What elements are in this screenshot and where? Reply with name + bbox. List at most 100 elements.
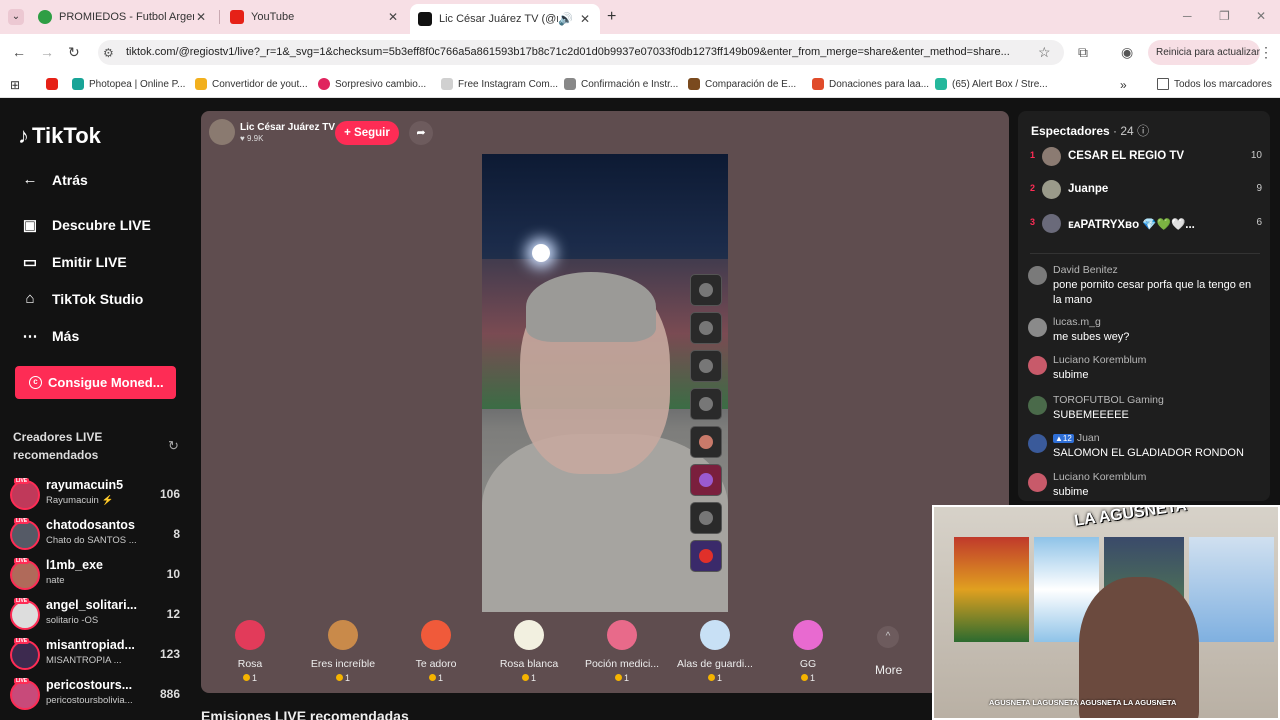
gift-rail-item[interactable] [690,350,722,382]
tab-youtube[interactable]: YouTube ✕ [222,4,408,30]
close-window-icon[interactable]: ✕ [1256,9,1266,23]
bookmark-instagram[interactable]: Free Instagram Com... [441,78,558,90]
top-viewer[interactable]: 2 Juanpe 9 [1030,178,1262,202]
bookmark-convertidor[interactable]: Convertidor de yout... [195,78,308,90]
gift-eres-increible[interactable]: Eres increíble 1 [303,620,383,683]
bookmark-icon [935,78,947,90]
avatar [10,600,40,630]
nav-go-live[interactable]: ▭ Emitir LIVE [20,253,127,271]
viewers-title-text: Espectadores [1031,124,1110,138]
gift-rosa-blanca[interactable]: Rosa blanca 1 [489,620,569,683]
creator-subtitle: MISANTROPIA ... [46,655,122,666]
creator-item[interactable]: LIVE misantropiad... MISANTROPIA ... 123 [10,638,182,674]
profile-icon[interactable]: ◉ [1121,44,1133,61]
more-gifts-button[interactable]: More [875,663,902,677]
follow-button[interactable]: + Seguir [335,121,399,145]
bookmark-icon [688,78,700,90]
chat-message[interactable]: Luciano Koremblum subime [1028,471,1260,501]
nav-discover-live[interactable]: ▣ Descubre LIVE [20,216,151,234]
creator-subtitle: Chato do SANTOS ... [46,535,137,546]
gift-rail-item[interactable] [690,540,722,572]
chat-username-text: Juan [1076,432,1100,444]
maximize-icon[interactable]: ❐ [1219,9,1230,23]
viewer-count: 123 [159,647,180,661]
host-avatar [209,119,235,145]
creator-name: misantropiad... [46,638,135,652]
chat-message[interactable]: David Benitez pone pornito cesar porfa q… [1028,264,1260,308]
extensions-icon[interactable]: ⧉ [1078,44,1088,61]
creator-item[interactable]: LIVE chatodosantos Chato do SANTOS ... 8 [10,518,182,554]
bookmark-photopea[interactable]: Photopea | Online P... [72,78,185,90]
reload-icon[interactable]: ↻ [68,44,80,61]
tiktok-logo[interactable]: ♪ TikTok [18,123,101,149]
apps-grid-icon[interactable]: ⊞ [10,78,20,92]
bookmark-confirmacion[interactable]: Confirmación e Instr... [564,78,678,90]
site-info-icon[interactable]: ⚙ [103,46,114,60]
gift-rail-item[interactable] [690,502,722,534]
gift-name: Rosa [237,658,263,670]
share-icon[interactable]: ➦ [409,121,433,145]
creator-name: pericostours... [46,678,133,692]
bookmark-star-icon[interactable]: ☆ [1038,44,1051,61]
chat-message[interactable]: lucas.m_g me subes wey? [1028,316,1260,348]
creator-item[interactable]: LIVE angel_solitari... solitario -OS 12 [10,598,182,634]
chat-message[interactable]: TOROFUTBOL Gaming SUBEMEEEEE [1028,394,1260,426]
tab-tiktok-live[interactable]: Lic César Juárez TV (@regio 🔊 ✕ [410,4,600,34]
chat-message[interactable]: ▲12 Juan SALOMON EL GLADIADOR RONDON [1028,432,1260,464]
bookmark-donaciones[interactable]: Donaciones para laa... [812,78,929,90]
bookmark-sorpresivo[interactable]: Sorpresivo cambio... [318,78,426,90]
back-icon[interactable]: ← [12,44,26,60]
restart-to-update-button[interactable]: Reinicia para actualizar [1148,40,1260,65]
bookmark-alertbox[interactable]: (65) Alert Box / Stre... [935,78,1048,90]
browser-menu-icon[interactable]: ⋮ [1259,44,1273,61]
url-text[interactable]: tiktok.com/@regiostv1/live?_r=1&_svg=1&c… [126,46,1026,58]
gift-rail-item[interactable] [690,312,722,344]
minimize-icon[interactable]: ─ [1183,9,1192,23]
get-coins-button[interactable]: c Consigue Moned... [15,366,176,399]
gift-rail-item[interactable] [690,388,722,420]
nav-tiktok-studio[interactable]: ⌂ TikTok Studio [20,290,143,307]
gift-price-value: 1 [716,673,722,683]
bookmark-comparacion[interactable]: Comparación de E... [688,78,796,90]
top-viewer[interactable]: 1 CESAR EL REGIO TV 10 [1030,145,1262,169]
gift-rosa[interactable]: Rosa 1 [210,620,290,683]
creator-item[interactable]: LIVE rayumacuin5 Rayumacuin ⚡ 106 [10,478,182,514]
audio-playing-icon[interactable]: 🔊 [558,12,573,26]
creator-item[interactable]: LIVE pericostours... pericostoursbolivia… [10,678,182,714]
gift-gg[interactable]: GG 1 [768,620,848,683]
creator-item[interactable]: LIVE l1mb_exe nate 10 [10,558,182,594]
gift-rail-item[interactable] [690,274,722,306]
close-tab-icon[interactable]: ✕ [194,10,208,24]
coin-icon [614,674,622,681]
forward-icon[interactable]: → [40,44,54,60]
close-tab-icon[interactable]: ✕ [578,12,592,26]
white-rose-icon [514,620,544,650]
youtube-bookmark-icon [46,78,58,90]
tab-promiedos[interactable]: PROMIEDOS - Futbol Argentina ✕ [30,4,216,30]
more-bookmarks-icon[interactable]: » [1120,78,1127,92]
chat-message[interactable]: Luciano Koremblum subime [1028,354,1260,386]
live-badge: LIVE [14,478,30,484]
gift-rail-item[interactable] [690,464,722,496]
refresh-icon[interactable]: ↻ [168,438,179,454]
all-bookmarks-folder[interactable]: Todos los marcadores [1157,78,1272,90]
gift-pocion-medicinal[interactable]: Poción medici... 1 [582,620,662,683]
gift-rail-item[interactable] [690,426,722,458]
gift-alas-de-guardian[interactable]: Alas de guardi... 1 [675,620,755,683]
close-tab-icon[interactable]: ✕ [386,10,400,24]
bookmark-icon [812,78,824,90]
host-info[interactable]: Lic César Juárez TV ♥ 9.9K [209,119,335,145]
nav-label: Más [52,328,80,344]
tab-search-icon[interactable]: ⌄ [8,9,24,25]
wings-icon [700,620,730,650]
avatar [1042,214,1061,233]
nav-more[interactable]: ⋯ Más [20,327,80,345]
gift-te-adoro[interactable]: Te adoro 1 [396,620,476,683]
avatar [10,680,40,710]
top-viewer[interactable]: 3 ᴇᴀPATRYXʙᴏ 💎💚🤍... 6 [1030,212,1262,236]
chevron-up-icon[interactable]: ^ [877,626,899,648]
new-tab-button[interactable]: + [607,8,616,26]
info-icon[interactable]: ⓘ [1137,124,1149,138]
nav-back[interactable]: ← Atrás [20,171,88,188]
youtube-bookmark[interactable] [46,78,63,90]
